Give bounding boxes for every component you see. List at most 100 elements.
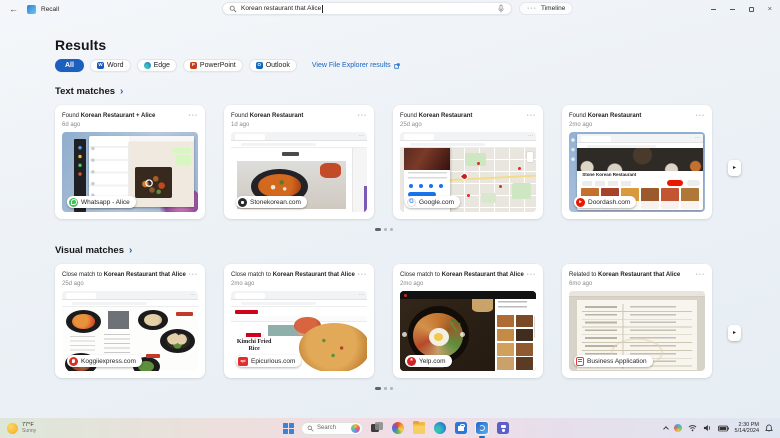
close-button[interactable]: × (768, 5, 772, 13)
search-highlights-icon (351, 423, 360, 433)
carousel-next-button[interactable]: ▸ (728, 160, 741, 176)
microsoft-store-button[interactable] (454, 421, 468, 435)
store-icon (455, 422, 467, 434)
folder-icon (413, 420, 425, 434)
edge-icon (143, 62, 151, 69)
windows-taskbar: 77°F Sunny Search 2:30 PM 5/14/2024 (0, 418, 780, 438)
recall-icon (476, 422, 488, 434)
search-input[interactable]: Korean restaurant that Alice (222, 2, 512, 15)
battery-icon[interactable] (717, 425, 729, 432)
mic-icon[interactable] (497, 4, 505, 14)
more-options-icon[interactable]: ··· (358, 112, 367, 120)
result-card-yelp[interactable]: Close match to Korean Restaurant that Al… (393, 264, 543, 378)
visual-matches-row: Close match to Korean Restaurant that Al… (55, 264, 780, 378)
chevron-right-icon: › (129, 244, 133, 256)
card-title: Found Korean Restaurant (569, 113, 642, 119)
snapshot-thumbnail-doordash: Stone Korean Restaurant (569, 132, 705, 212)
titlebar-overflow-button[interactable] (710, 8, 716, 10)
more-options-icon[interactable]: ··· (527, 112, 536, 120)
result-card-business-application[interactable]: Related to Korean Restaurant that Alice … (562, 264, 712, 378)
source-badge: G Google.com (405, 196, 461, 208)
whatsapp-icon (69, 197, 78, 207)
source-badge: epi Epicurious.com (236, 355, 302, 367)
yelp-icon: * (407, 356, 416, 366)
recall-app-icon (27, 4, 36, 14)
start-button[interactable] (283, 422, 294, 434)
sun-icon (7, 422, 18, 434)
outlook-icon: O (255, 62, 263, 69)
more-options-icon[interactable]: ··· (696, 271, 705, 279)
file-explorer-button[interactable] (412, 420, 426, 435)
task-view-icon (371, 422, 383, 434)
pinwheel-icon (392, 422, 404, 434)
clock[interactable]: 2:30 PM 5/14/2024 (735, 422, 759, 435)
more-options-icon[interactable]: ··· (696, 112, 705, 120)
result-card-google[interactable]: Found Korean Restaurant ··· 25d ago ··· … (393, 105, 543, 219)
card-title: Close match to Korean Restaurant that Al… (62, 272, 186, 278)
wifi-icon[interactable] (688, 424, 697, 432)
filter-outlook[interactable]: O Outlook (248, 59, 297, 72)
more-options-icon[interactable]: ··· (527, 271, 536, 279)
minimize-button[interactable] (729, 8, 735, 10)
carousel-dot[interactable] (389, 227, 393, 231)
task-view-button[interactable] (370, 421, 384, 435)
maximize-button[interactable] (748, 6, 754, 12)
card-title: Found Korean Restaurant + Alice (62, 113, 156, 119)
edge-icon (434, 422, 446, 434)
teams-icon (497, 422, 509, 434)
filter-edge[interactable]: Edge (136, 59, 177, 72)
notification-bell-icon[interactable] (765, 424, 773, 433)
photos-app-button[interactable] (391, 421, 405, 435)
hidden-icons-chevron[interactable] (662, 426, 669, 432)
card-age: 2mo ago (400, 281, 424, 287)
filter-powerpoint[interactable]: P PowerPoint (182, 59, 243, 72)
tray-app-icon[interactable] (673, 424, 682, 432)
result-card-koggiiexpress[interactable]: Close match to Korean Restaurant that Al… (55, 264, 205, 378)
source-badge: Whatsapp - Alice (67, 196, 136, 208)
recall-app-button[interactable] (475, 421, 489, 438)
card-title: Found Korean Restaurant (231, 113, 304, 119)
back-icon[interactable]: ← (9, 4, 18, 14)
snapshot-thumbnail-google-maps: G Google.com (400, 132, 536, 212)
result-card-stonekorean[interactable]: Found Korean Restaurant ··· 1d ago ··· S… (224, 105, 374, 219)
system-tray: 2:30 PM 5/14/2024 (662, 418, 773, 438)
file-explorer-results-link[interactable]: View File Explorer results (312, 62, 400, 69)
doordash-icon: ▸ (576, 197, 585, 207)
weather-widget[interactable]: 77°F Sunny (7, 422, 36, 434)
teams-button[interactable] (496, 421, 510, 435)
carousel-dot[interactable] (374, 386, 381, 390)
carousel-dot[interactable] (383, 386, 387, 390)
external-link-icon (394, 62, 400, 69)
carousel-dot[interactable] (383, 227, 387, 231)
app-title: Recall (41, 5, 60, 13)
result-card-whatsapp[interactable]: Found Korean Restaurant + Alice ··· 6d a… (55, 105, 205, 219)
card-age: 2mo ago (231, 281, 255, 287)
carousel-next-button[interactable]: ▸ (728, 325, 741, 341)
section-header-text-matches[interactable]: Text matches › (55, 86, 780, 97)
result-card-doordash[interactable]: Found Korean Restaurant ··· 2mo ago Ston… (562, 105, 712, 219)
card-title: Found Korean Restaurant (400, 113, 473, 119)
carousel-dot[interactable] (389, 386, 393, 390)
powerpoint-icon: P (189, 62, 197, 69)
search-query-text: Korean restaurant that Alice (241, 5, 322, 12)
snapshot-thumbnail-stonekorean: Stonekorean.com (231, 132, 367, 212)
edge-button[interactable] (433, 421, 447, 435)
more-options-icon[interactable]: ··· (189, 112, 198, 120)
section-header-visual-matches[interactable]: Visual matches › (55, 245, 780, 256)
snapshot-thumbnail-epicurious: Kimchi Fried Rice epi Epicurious.com (231, 291, 367, 371)
carousel-dot[interactable] (374, 227, 381, 231)
result-card-epicurious[interactable]: Close match to Korean Restaurant that Al… (224, 264, 374, 378)
speaker-icon[interactable] (703, 424, 712, 432)
filter-word[interactable]: W Word (89, 59, 131, 72)
epicurious-icon: epi (238, 356, 248, 366)
date-text: 5/14/2024 (734, 428, 759, 434)
source-badge: ▸ Doordash.com (574, 196, 637, 208)
google-icon: G (407, 197, 416, 207)
more-options-icon[interactable]: ··· (189, 271, 198, 279)
more-options-icon[interactable]: ··· (358, 271, 367, 279)
globe-dark-icon (238, 197, 247, 207)
taskbar-search-box[interactable]: Search (301, 421, 363, 435)
chevron-right-icon: › (120, 85, 124, 97)
timeline-button[interactable]: ··· Timeline (519, 2, 574, 15)
filter-all[interactable]: All (55, 59, 84, 72)
